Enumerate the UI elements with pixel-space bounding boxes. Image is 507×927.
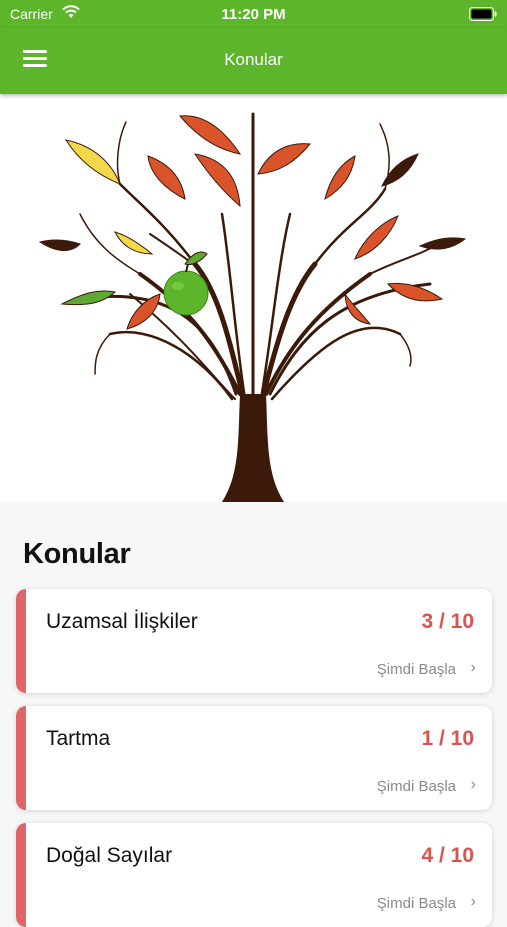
- nav-title: Konular: [224, 50, 283, 69]
- chevron-right-icon: ›: [470, 659, 476, 676]
- tree-icon: [38, 112, 467, 502]
- card-accent: [16, 589, 26, 693]
- topic-name: Doğal Sayılar: [46, 844, 173, 867]
- start-now-link[interactable]: Şimdi Başla: [377, 895, 456, 912]
- battery-icon: [469, 7, 497, 21]
- card-accent: [16, 706, 26, 810]
- topic-name: Tartma: [46, 727, 111, 750]
- topic-name: Uzamsal İlişkiler: [46, 610, 198, 633]
- chevron-right-icon: ›: [470, 893, 476, 910]
- tree-illustration: [0, 94, 507, 502]
- topic-card[interactable]: Doğal Sayılar 4 / 10 Şimdi Başla ›: [16, 823, 492, 927]
- topic-score: 1 / 10: [421, 727, 474, 750]
- card-accent: [16, 823, 26, 927]
- start-now-link[interactable]: Şimdi Başla: [377, 778, 456, 795]
- status-bar: Carrier 11:20 PM: [0, 0, 507, 28]
- navigation-bar: Konular: [0, 28, 507, 94]
- topic-score: 3 / 10: [421, 610, 474, 633]
- topic-card[interactable]: Tartma 1 / 10 Şimdi Başla ›: [16, 706, 492, 810]
- start-now-link[interactable]: Şimdi Başla: [377, 661, 456, 678]
- topic-card[interactable]: Uzamsal İlişkiler 3 / 10 Şimdi Başla ›: [16, 589, 492, 693]
- topic-score: 4 / 10: [421, 844, 474, 867]
- section-title: Konular: [23, 538, 131, 570]
- status-time: 11:20 PM: [221, 6, 286, 23]
- chevron-right-icon: ›: [470, 776, 476, 793]
